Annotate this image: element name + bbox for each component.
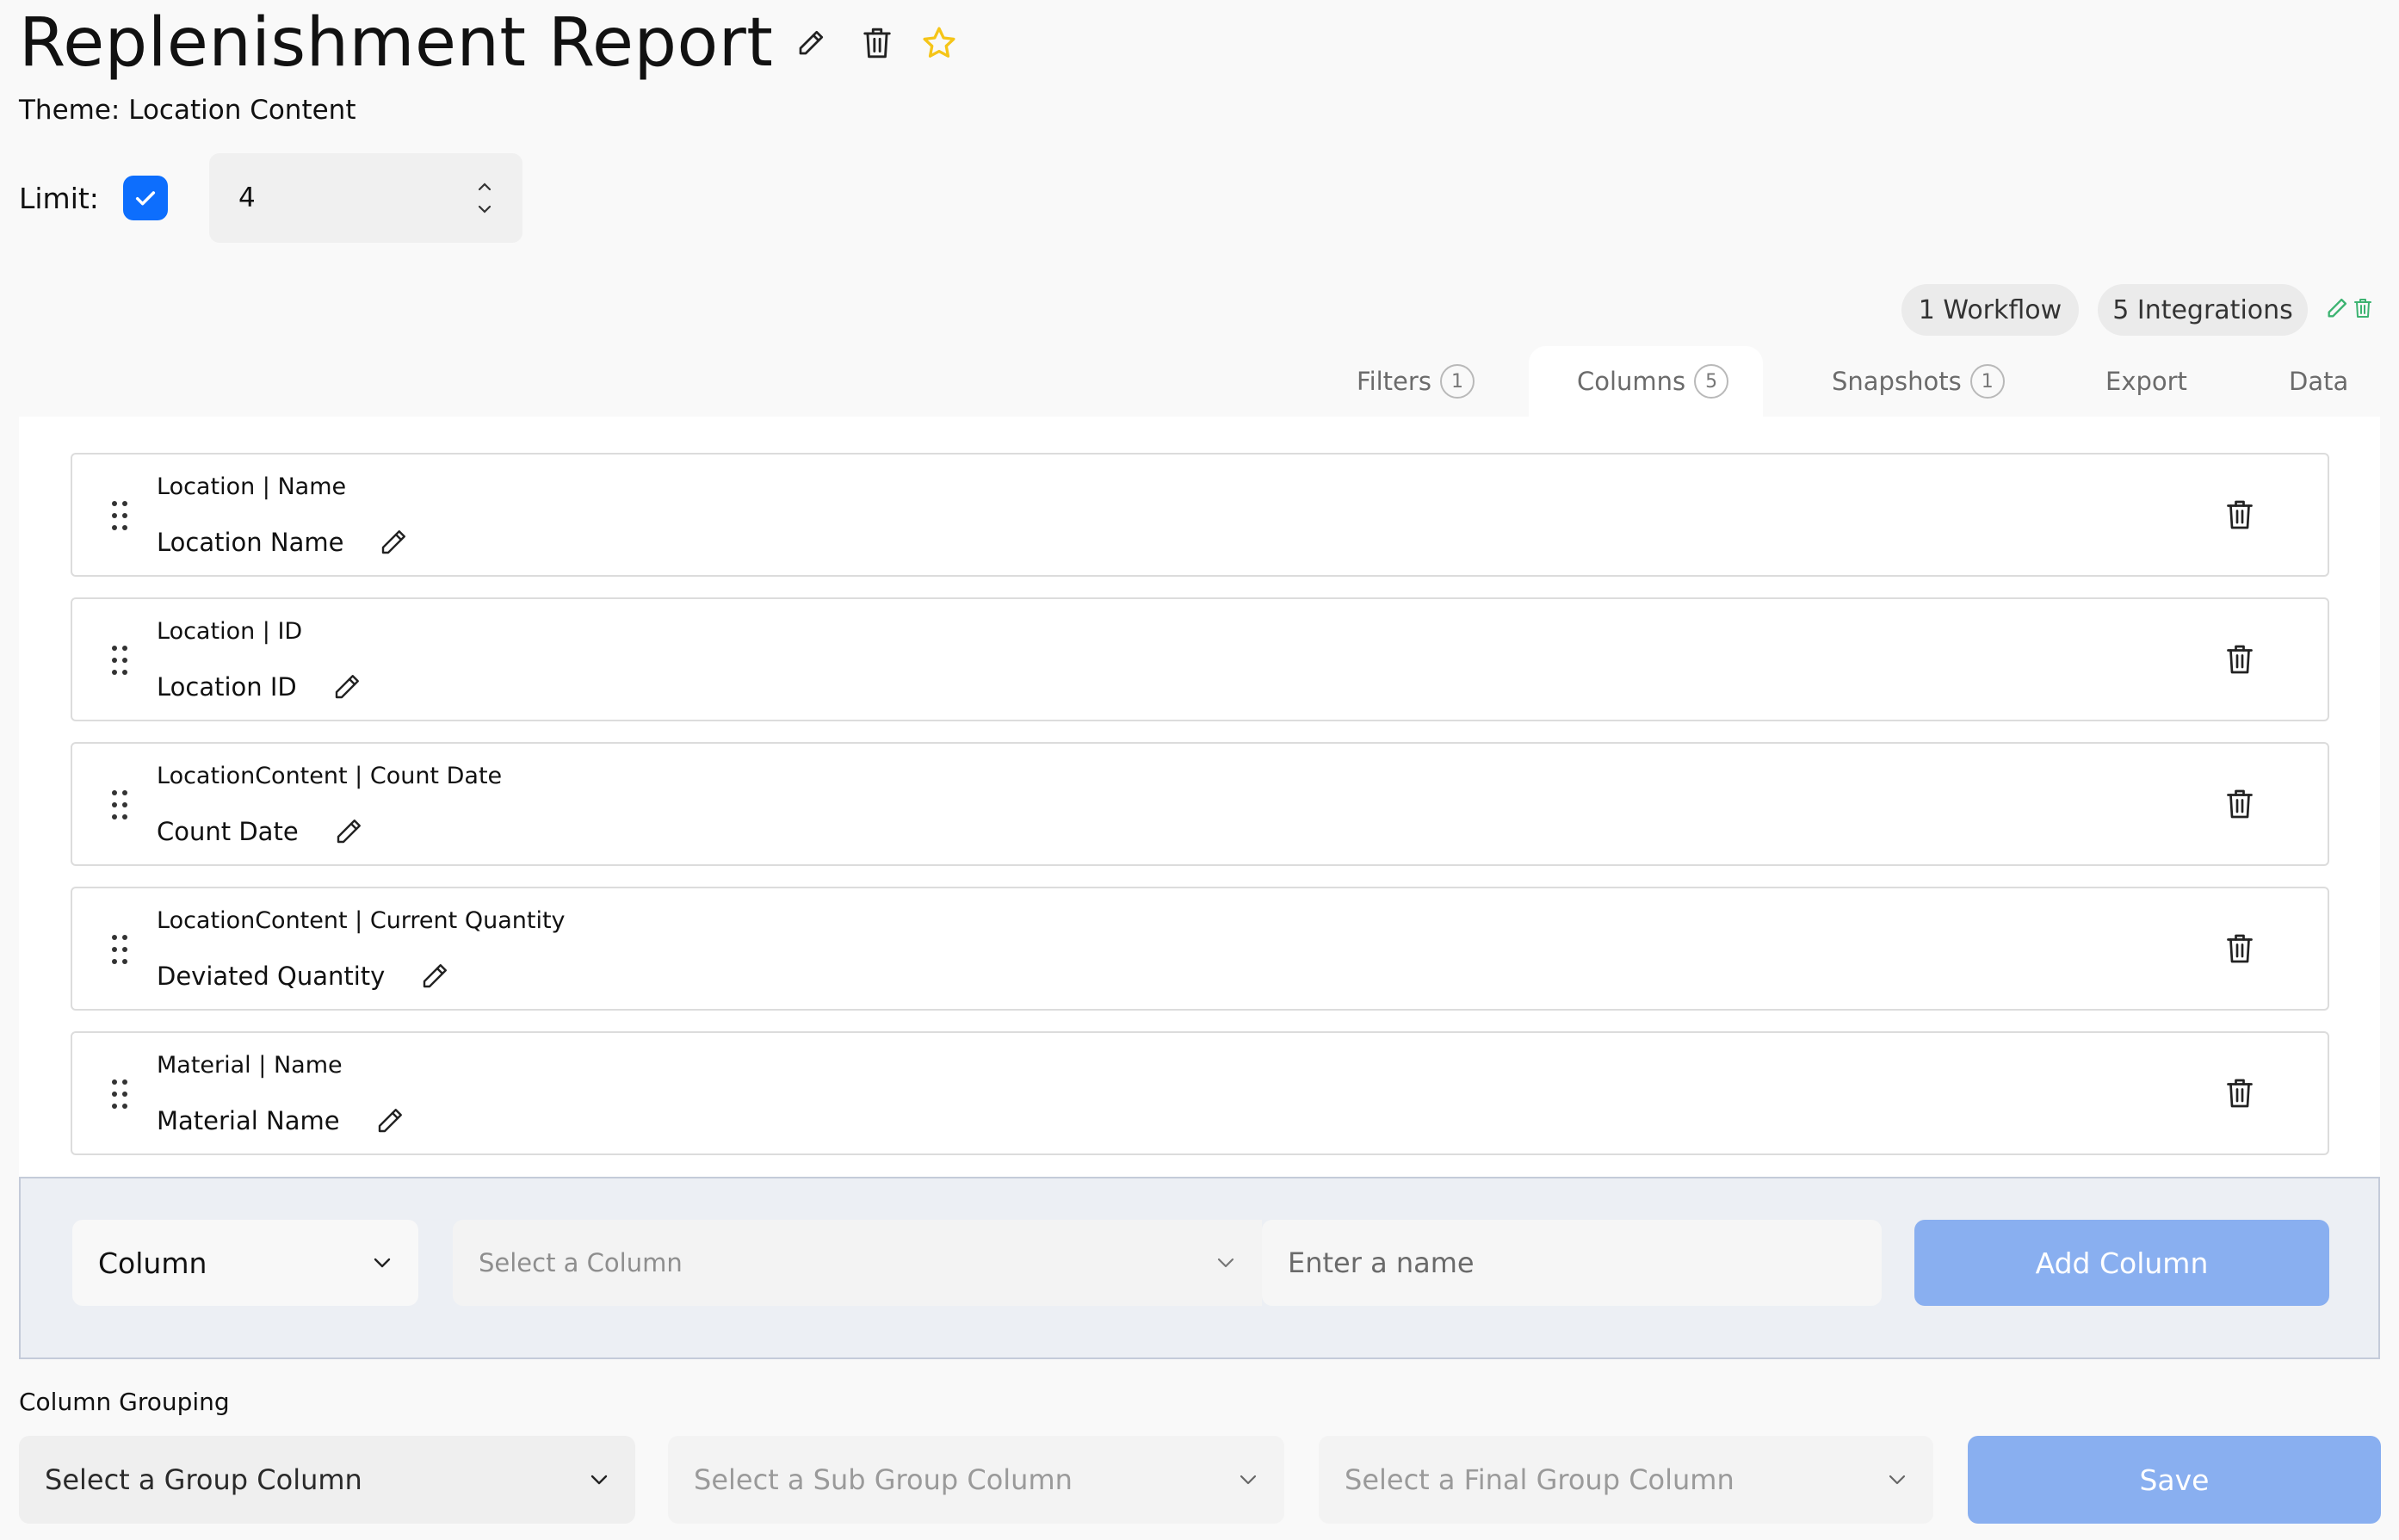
sub-group-column-select[interactable]: Select a Sub Group Column <box>668 1436 1284 1524</box>
tab-snapshots-label: Snapshots <box>1832 367 1962 396</box>
column-name-input[interactable]: Enter a name <box>1262 1220 1882 1306</box>
column-grouping-label: Column Grouping <box>19 1388 230 1416</box>
edit-column-icon[interactable] <box>378 527 409 558</box>
edit-title-icon[interactable] <box>795 28 826 59</box>
column-name-wrap: Material Name <box>157 1105 405 1136</box>
limit-stepper[interactable] <box>476 182 493 214</box>
column-source: LocationContent | Count Date <box>157 763 503 789</box>
limit-row: Limit: 4 <box>19 153 522 243</box>
page-title: Replenishment Report <box>19 4 774 82</box>
drag-handle-icon[interactable] <box>110 644 129 677</box>
limit-number-input[interactable]: 4 <box>208 153 522 243</box>
column-row: Material | Name Material Name <box>71 1031 2329 1155</box>
column-name: Location ID <box>157 672 297 702</box>
tab-filters-label: Filters <box>1357 367 1431 396</box>
delete-column-icon[interactable] <box>2224 642 2255 677</box>
tab-export-label: Export <box>2105 367 2187 396</box>
group-column-placeholder: Select a Group Column <box>45 1463 362 1496</box>
limit-label: Limit: <box>19 181 99 215</box>
column-source: Location | ID <box>157 618 303 645</box>
title-row: Replenishment Report <box>19 0 959 86</box>
drag-handle-icon[interactable] <box>110 499 129 532</box>
delete-column-icon[interactable] <box>2224 931 2255 966</box>
column-select[interactable]: Select a Column <box>453 1220 1262 1306</box>
delete-report-icon[interactable] <box>861 25 893 61</box>
column-type-select[interactable]: Column <box>72 1220 418 1306</box>
tab-export[interactable]: Export <box>2105 346 2187 417</box>
column-name: Material Name <box>157 1106 340 1135</box>
edit-column-icon[interactable] <box>333 816 364 847</box>
column-source: Location | Name <box>157 473 347 500</box>
chevron-down-icon <box>374 1258 391 1268</box>
column-name-placeholder: Enter a name <box>1288 1246 1475 1279</box>
tab-columns-label: Columns <box>1577 367 1686 396</box>
check-icon <box>135 191 156 206</box>
drag-handle-icon[interactable] <box>110 933 129 966</box>
limit-value[interactable]: 4 <box>238 182 256 213</box>
column-source: Material | Name <box>157 1052 343 1079</box>
tab-bar: Filters 1 Columns 5 Snapshots 1 Export D… <box>0 346 2399 417</box>
integrations-pill[interactable]: 5 Integrations <box>2098 284 2308 336</box>
favorite-star-icon[interactable] <box>919 24 959 62</box>
column-select-placeholder: Select a Column <box>479 1248 683 1277</box>
drag-handle-icon[interactable] <box>110 789 129 821</box>
column-name-wrap: Location Name <box>157 527 409 558</box>
limit-checkbox[interactable] <box>122 176 168 220</box>
column-name: Location Name <box>157 528 344 557</box>
add-column-bar: Column Select a Column Enter a name Add … <box>19 1177 2380 1359</box>
pill-actions <box>2325 296 2373 320</box>
tab-data-label: Data <box>2289 367 2349 396</box>
edit-column-icon[interactable] <box>331 671 362 702</box>
tab-snapshots-badge: 1 <box>1969 364 2005 399</box>
tab-columns-badge: 5 <box>1694 364 1729 399</box>
columns-panel: Location | Name Location Name Location |… <box>19 417 2380 1177</box>
chevron-down-icon <box>478 205 492 213</box>
tab-data[interactable]: Data <box>2289 346 2348 417</box>
save-button[interactable]: Save <box>1968 1436 2381 1524</box>
column-row: LocationContent | Current Quantity Devia… <box>71 887 2329 1011</box>
edit-integrations-icon[interactable] <box>2325 296 2349 320</box>
chevron-down-icon <box>590 1475 608 1485</box>
sub-group-column-placeholder: Select a Sub Group Column <box>694 1463 1073 1496</box>
delete-column-icon[interactable] <box>2224 498 2255 532</box>
tab-columns[interactable]: Columns 5 <box>1529 346 1763 417</box>
delete-column-icon[interactable] <box>2224 1076 2255 1110</box>
column-name: Count Date <box>157 817 299 846</box>
edit-column-icon[interactable] <box>374 1105 405 1136</box>
delete-integrations-icon[interactable] <box>2353 296 2373 320</box>
column-name-wrap: Deviated Quantity <box>157 961 450 992</box>
column-name-wrap: Count Date <box>157 816 364 847</box>
drag-handle-icon[interactable] <box>110 1078 129 1110</box>
theme-label: Theme: Location Content <box>19 95 356 126</box>
tab-filters-badge: 1 <box>1439 364 1475 399</box>
delete-column-icon[interactable] <box>2224 787 2255 821</box>
final-group-column-select[interactable]: Select a Final Group Column <box>1319 1436 1933 1524</box>
column-source: LocationContent | Current Quantity <box>157 907 566 934</box>
column-name: Deviated Quantity <box>157 962 386 991</box>
group-column-select[interactable]: Select a Group Column <box>19 1436 635 1524</box>
chevron-down-icon <box>1217 1258 1234 1268</box>
chevron-down-icon <box>1240 1475 1257 1485</box>
tab-snapshots[interactable]: Snapshots 1 <box>1832 346 2005 417</box>
tab-filters[interactable]: Filters 1 <box>1357 346 1475 417</box>
column-row: Location | Name Location Name <box>71 453 2329 577</box>
column-type-value: Column <box>98 1246 207 1280</box>
edit-column-icon[interactable] <box>419 961 450 992</box>
column-name-wrap: Location ID <box>157 671 362 702</box>
workflow-pill[interactable]: 1 Workflow <box>1901 284 2079 336</box>
final-group-column-placeholder: Select a Final Group Column <box>1345 1463 1734 1496</box>
column-row: Location | ID Location ID <box>71 597 2329 721</box>
add-column-button[interactable]: Add Column <box>1914 1220 2329 1306</box>
chevron-up-icon <box>478 182 492 191</box>
chevron-down-icon <box>1889 1475 1906 1485</box>
column-row: LocationContent | Count Date Count Date <box>71 742 2329 866</box>
